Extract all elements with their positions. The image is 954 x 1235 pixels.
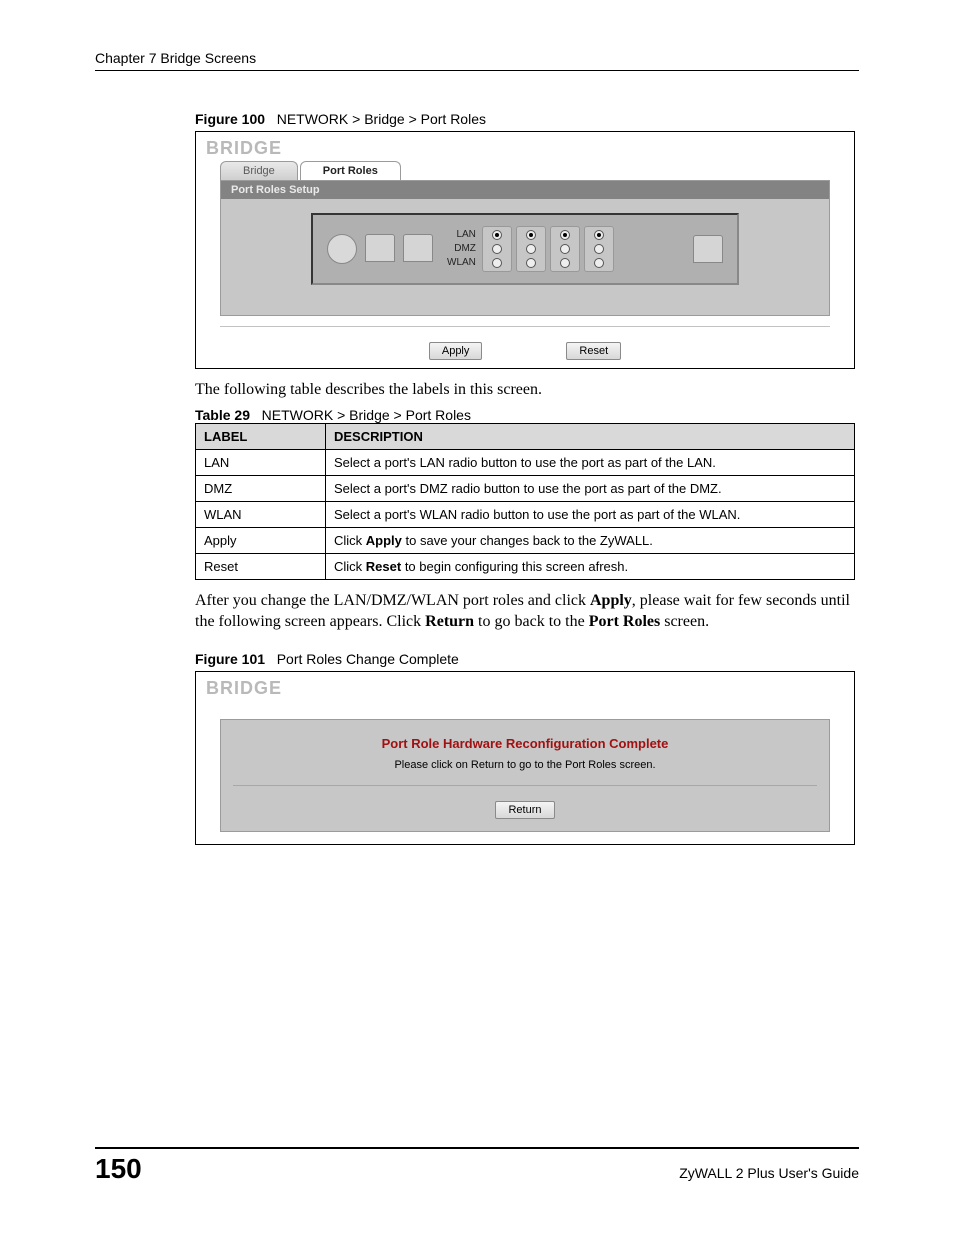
role-label-dmz: DMZ: [447, 242, 476, 256]
figure-100-screenshot: BRIDGE Bridge Port Roles Port Roles Setu…: [195, 131, 855, 369]
table-row: Apply Click Apply to save your changes b…: [196, 527, 855, 553]
guide-name: ZyWALL 2 Plus User's Guide: [679, 1165, 859, 1181]
figure-101-screenshot: BRIDGE Port Role Hardware Reconfiguratio…: [195, 671, 855, 845]
cell-label: Apply: [196, 527, 326, 553]
port-role-column: [584, 226, 614, 272]
table-row: LAN Select a port's LAN radio button to …: [196, 449, 855, 475]
radio-dmz[interactable]: [492, 244, 502, 254]
role-label-wlan: WLAN: [447, 256, 476, 270]
port-icon: [327, 234, 357, 264]
port-role-column: [482, 226, 512, 272]
tab-bar: Bridge Port Roles: [196, 161, 854, 180]
port-icon: [365, 234, 395, 262]
figure-101-text: Port Roles Change Complete: [277, 651, 459, 667]
table-29: LABEL DESCRIPTION LAN Select a port's LA…: [195, 423, 855, 580]
divider: [233, 785, 817, 786]
cell-desc: Select a port's WLAN radio button to use…: [326, 501, 855, 527]
cell-desc: Select a port's LAN radio button to use …: [326, 449, 855, 475]
radio-lan[interactable]: [560, 230, 570, 240]
bridge-title: BRIDGE: [196, 672, 854, 701]
panel-header: Port Roles Setup: [221, 181, 829, 199]
cell-label: LAN: [196, 449, 326, 475]
table-row: WLAN Select a port's WLAN radio button t…: [196, 501, 855, 527]
page-number: 150: [95, 1153, 142, 1185]
cell-desc: Select a port's DMZ radio button to use …: [326, 475, 855, 501]
intro-text: The following table describes the labels…: [195, 379, 855, 401]
col-header-description: DESCRIPTION: [326, 423, 855, 449]
page-footer: 150 ZyWALL 2 Plus User's Guide: [95, 1147, 859, 1185]
table-29-caption: Table 29 NETWORK > Bridge > Port Roles: [195, 407, 859, 423]
col-header-label: LABEL: [196, 423, 326, 449]
radio-lan[interactable]: [492, 230, 502, 240]
tab-port-roles[interactable]: Port Roles: [300, 161, 401, 180]
radio-wlan[interactable]: [560, 258, 570, 268]
figure-101-caption: Figure 101 Port Roles Change Complete: [195, 651, 859, 667]
port-icon: [693, 235, 723, 263]
button-row: Apply Reset: [220, 326, 830, 368]
apply-button[interactable]: Apply: [429, 342, 483, 360]
radio-dmz[interactable]: [526, 244, 536, 254]
cell-label: DMZ: [196, 475, 326, 501]
chapter-header: Chapter 7 Bridge Screens: [95, 50, 859, 71]
cell-label: Reset: [196, 553, 326, 579]
post-table-text: After you change the LAN/DMZ/WLAN port r…: [195, 590, 855, 633]
port-role-column: [550, 226, 580, 272]
cell-label: WLAN: [196, 501, 326, 527]
radio-wlan[interactable]: [492, 258, 502, 268]
reset-button[interactable]: Reset: [566, 342, 621, 360]
completion-heading: Port Role Hardware Reconfiguration Compl…: [221, 736, 829, 751]
radio-wlan[interactable]: [594, 258, 604, 268]
table-29-label: Table 29: [195, 407, 250, 423]
port-icon: [403, 234, 433, 262]
figure-101-label: Figure 101: [195, 651, 265, 667]
radio-lan[interactable]: [526, 230, 536, 240]
return-button[interactable]: Return: [495, 801, 554, 819]
port-roles-panel: Port Roles Setup LAN DMZ WLAN: [220, 180, 830, 316]
port-role-column: [516, 226, 546, 272]
table-row: Reset Click Reset to begin configuring t…: [196, 553, 855, 579]
table-29-text: NETWORK > Bridge > Port Roles: [262, 407, 471, 423]
radio-lan[interactable]: [594, 230, 604, 240]
radio-wlan[interactable]: [526, 258, 536, 268]
figure-100-caption: Figure 100 NETWORK > Bridge > Port Roles: [195, 111, 859, 127]
cell-desc: Click Reset to begin configuring this sc…: [326, 553, 855, 579]
completion-subtext: Please click on Return to go to the Port…: [221, 759, 829, 771]
table-row: DMZ Select a port's DMZ radio button to …: [196, 475, 855, 501]
role-label-lan: LAN: [447, 228, 476, 242]
radio-dmz[interactable]: [594, 244, 604, 254]
bridge-title: BRIDGE: [196, 132, 854, 161]
completion-panel: Port Role Hardware Reconfiguration Compl…: [220, 719, 830, 832]
figure-100-text: NETWORK > Bridge > Port Roles: [277, 111, 486, 127]
tab-bridge[interactable]: Bridge: [220, 161, 298, 180]
port-diagram: LAN DMZ WLAN: [311, 213, 739, 285]
radio-dmz[interactable]: [560, 244, 570, 254]
cell-desc: Click Apply to save your changes back to…: [326, 527, 855, 553]
figure-100-label: Figure 100: [195, 111, 265, 127]
